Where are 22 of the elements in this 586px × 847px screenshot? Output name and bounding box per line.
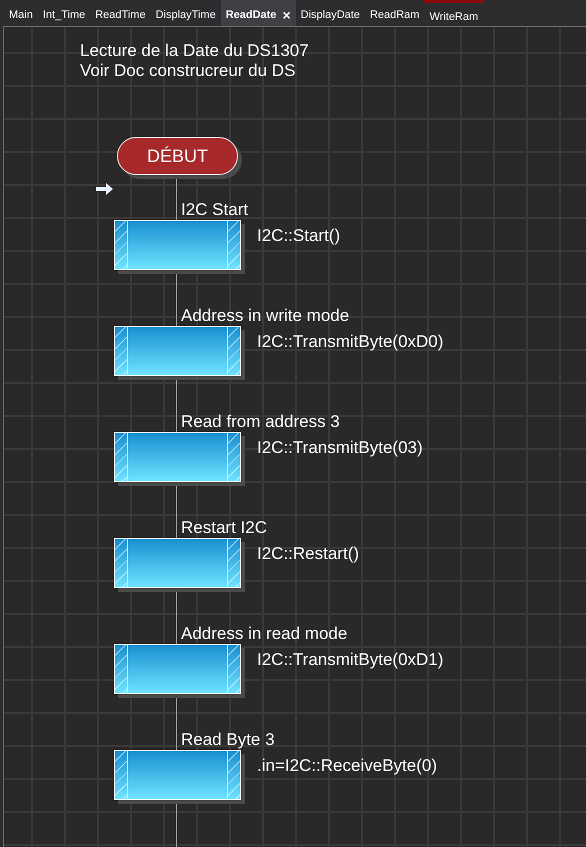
step-label: I2C Start [181,200,250,220]
step-label: Address in read mode [181,624,348,644]
tab[interactable]: ReadTime [90,0,151,26]
code-text: I2C::Start() [257,226,340,246]
close-icon[interactable]: × [282,6,291,22]
tab[interactable]: DisplayTime [150,0,221,26]
code-text: I2C::Restart() [257,544,360,564]
step-label: Restart I2C [181,518,268,538]
code-text: .in=I2C::ReceiveByte(0) [257,756,437,776]
tab[interactable]: Int_Time [38,0,90,26]
step-label: Read from address 3 [181,412,341,432]
tab[interactable]: ReadRam [364,0,424,26]
step-label: Read Byte 3 [181,730,276,750]
code-text: I2C::TransmitByte(03) [257,438,423,458]
tab[interactable]: Main [4,0,38,26]
step-label: Address in write mode [181,306,350,326]
code-text: I2C::TransmitByte(0xD0) [257,332,444,352]
tab[interactable]: ReadDate × [220,0,296,26]
tab[interactable]: DisplayDate [296,0,365,26]
comment-text: Lecture de la Date du DS1307 Voir Doc construcreur du DS [80,41,310,81]
code-text: I2C::TransmitByte(0xD1) [257,650,444,670]
arrow-right-icon [95,182,114,196]
